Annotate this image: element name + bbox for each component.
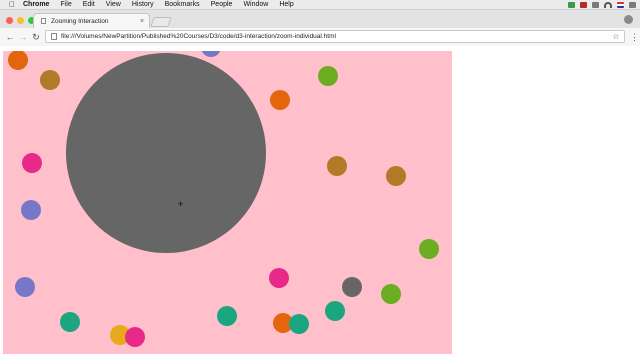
circle-brown[interactable] — [327, 156, 347, 176]
circle-brown[interactable] — [40, 70, 60, 90]
circle-purple[interactable] — [201, 51, 221, 57]
window-controls — [6, 17, 35, 24]
address-bar[interactable]: file:///Volumes/NewPartition/Published%2… — [45, 30, 625, 43]
app-status-icon[interactable] — [592, 1, 599, 8]
new-tab-button[interactable] — [150, 17, 172, 27]
menu-chrome[interactable]: Chrome — [23, 0, 49, 9]
reload-icon[interactable]: ↻ — [31, 32, 41, 42]
browser-chrome: Zooming Interaction × ← → ↻ file:///Volu… — [0, 10, 640, 47]
mouse-cursor-icon: ✛ — [178, 202, 184, 208]
circle-magenta[interactable] — [22, 153, 42, 173]
circle-orange[interactable] — [8, 51, 28, 70]
circle-magenta[interactable] — [269, 268, 289, 288]
menu-view[interactable]: View — [106, 0, 121, 9]
circle-teal[interactable] — [60, 312, 80, 332]
zoomed-circle[interactable] — [66, 53, 266, 253]
close-tab-icon[interactable]: × — [138, 18, 146, 25]
circle-purple[interactable] — [15, 277, 35, 297]
page-info-icon[interactable] — [51, 33, 57, 40]
wifi-icon[interactable] — [604, 1, 612, 8]
menu-help[interactable]: Help — [279, 0, 293, 9]
red-status-icon[interactable] — [580, 1, 587, 8]
flag-icon[interactable] — [617, 1, 624, 8]
status-icons — [568, 0, 636, 9]
page-viewport: ✛ — [0, 46, 640, 360]
circle-field[interactable] — [3, 51, 452, 354]
apple-icon[interactable]:  — [7, 0, 17, 9]
menu-history[interactable]: History — [132, 0, 154, 9]
back-icon[interactable]: ← — [5, 32, 15, 42]
menu-window[interactable]: Window — [243, 0, 268, 9]
user-profile-icon[interactable] — [624, 15, 633, 24]
menu-file[interactable]: File — [60, 0, 71, 9]
circle-green[interactable] — [381, 284, 401, 304]
circle-green[interactable] — [318, 66, 338, 86]
circle-gray[interactable] — [342, 277, 362, 297]
url-text[interactable]: file:///Volumes/NewPartition/Published%2… — [61, 33, 611, 40]
circle-purple[interactable] — [21, 200, 41, 220]
menu-edit[interactable]: Edit — [83, 0, 95, 9]
browser-toolbar: ← → ↻ file:///Volumes/NewPartition/Publi… — [0, 28, 640, 46]
zoom-svg-canvas[interactable]: ✛ — [3, 51, 452, 354]
circle-teal[interactable] — [325, 301, 345, 321]
forward-icon[interactable]: → — [18, 32, 28, 42]
page-icon — [41, 18, 46, 24]
macos-menu-bar:  Chrome File Edit View History Bookmark… — [0, 0, 640, 10]
minimize-window-icon[interactable] — [17, 17, 24, 24]
close-window-icon[interactable] — [6, 17, 13, 24]
circle-orange[interactable] — [270, 90, 290, 110]
circle-teal[interactable] — [289, 314, 309, 334]
menu-bookmarks[interactable]: Bookmarks — [165, 0, 200, 9]
green-status-icon[interactable] — [568, 1, 575, 8]
circle-magenta[interactable] — [125, 327, 145, 347]
tab-zooming-interaction[interactable]: Zooming Interaction × — [33, 13, 150, 28]
circle-brown[interactable] — [386, 166, 406, 186]
circle-teal[interactable] — [217, 306, 237, 326]
circle-green[interactable] — [419, 239, 439, 259]
user-status-icon[interactable] — [629, 1, 636, 8]
tab-title: Zooming Interaction — [51, 17, 109, 25]
bookmark-star-icon[interactable]: ☆ — [611, 32, 621, 41]
menu-icon[interactable]: ⋮ — [630, 32, 639, 42]
menu-people[interactable]: People — [211, 0, 233, 9]
